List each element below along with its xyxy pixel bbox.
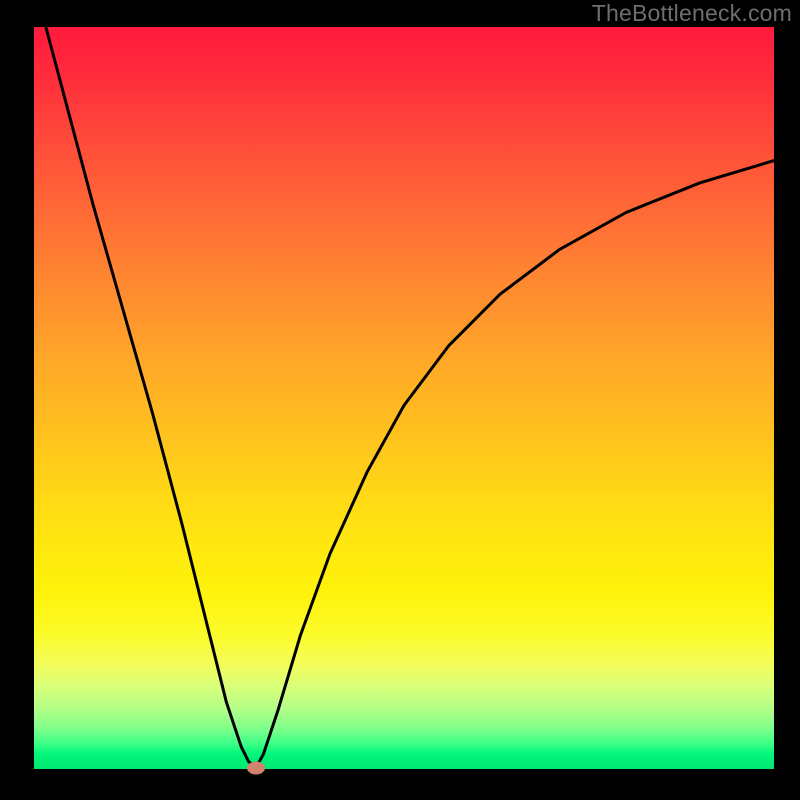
bottleneck-curve [0, 0, 800, 800]
watermark-text: TheBottleneck.com [592, 0, 792, 27]
chart-frame: TheBottleneck.com [0, 0, 800, 800]
optimal-point-marker [247, 761, 265, 774]
